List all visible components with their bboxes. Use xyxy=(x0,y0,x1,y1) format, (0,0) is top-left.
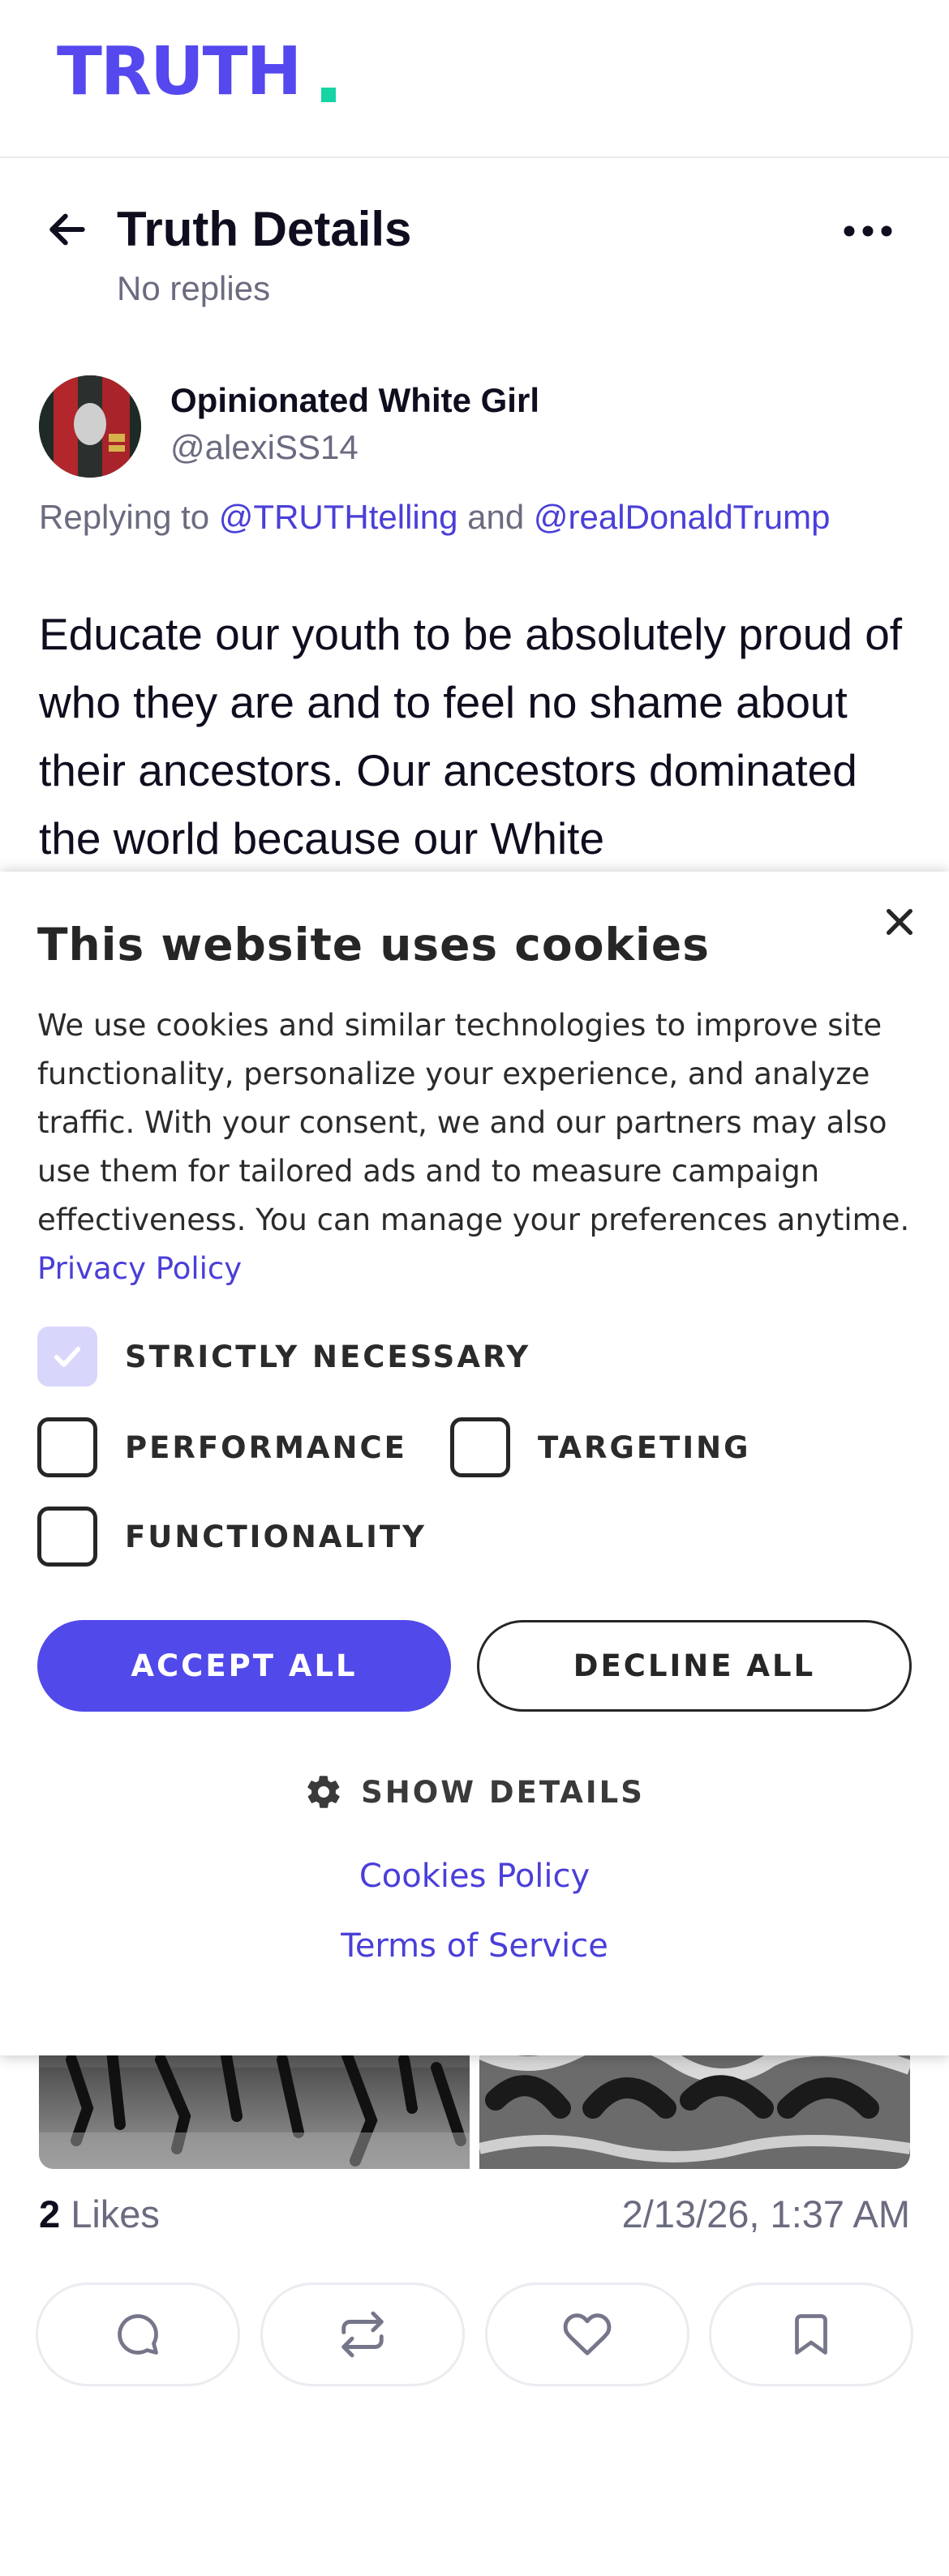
avatar[interactable] xyxy=(39,375,141,478)
cookie-consent-panel: This website uses cookies We use cookies… xyxy=(0,872,949,2055)
post-text: Educate our youth to be absolutely proud… xyxy=(39,609,903,864)
reply-button[interactable] xyxy=(36,2282,240,2386)
option-performance: PERFORMANCE xyxy=(37,1417,407,1477)
strictly-necessary-label: STRICTLY NECESSARY xyxy=(125,1339,531,1374)
check-icon xyxy=(54,1347,81,1367)
targeting-label[interactable]: TARGETING xyxy=(538,1430,750,1465)
show-details-button[interactable]: SHOW DETAILS xyxy=(0,1768,949,1816)
title-bar: Truth Details No replies xyxy=(0,195,949,316)
cookie-description-text: We use cookies and similar technologies … xyxy=(37,1008,910,1237)
repost-button[interactable] xyxy=(260,2282,465,2386)
functionality-checkbox[interactable] xyxy=(37,1507,97,1567)
reply-count: No replies xyxy=(117,269,271,307)
bookmark-button[interactable] xyxy=(709,2282,913,2386)
cookies-policy-link[interactable]: Cookies Policy xyxy=(0,1858,949,1895)
functionality-label[interactable]: FUNCTIONALITY xyxy=(125,1519,427,1554)
close-button[interactable] xyxy=(878,900,921,944)
author-handle[interactable]: @alexiSS14 xyxy=(170,428,359,467)
replying-prefix: Replying to xyxy=(39,498,210,536)
post-timestamp: 2/13/26, 1:37 AM xyxy=(621,2192,910,2235)
more-options-button[interactable] xyxy=(835,211,900,251)
mention-link[interactable]: @realDonaldTrump xyxy=(534,498,831,536)
post-stats: 2 Likes 2/13/26, 1:37 AM xyxy=(39,2192,910,2240)
back-button[interactable] xyxy=(41,203,94,256)
decline-all-button[interactable]: DECLINE ALL xyxy=(477,1620,912,1712)
option-strictly-necessary: STRICTLY NECESSARY xyxy=(37,1327,530,1387)
replying-joiner: and xyxy=(467,498,525,536)
cookie-title: This website uses cookies xyxy=(37,919,710,971)
site-header: TRUTH xyxy=(0,0,949,158)
accept-all-button[interactable]: ACCEPT ALL xyxy=(37,1620,451,1712)
heart-icon xyxy=(563,2313,612,2355)
arrow-left-icon xyxy=(49,213,85,246)
post-author: Opinionated White Girl @alexiSS14 xyxy=(39,373,915,478)
replying-to: Replying to @TRUTHtelling and @realDonal… xyxy=(39,498,830,537)
gear-icon xyxy=(307,1776,340,1808)
like-button[interactable] xyxy=(485,2282,689,2386)
targeting-checkbox[interactable] xyxy=(450,1417,510,1477)
close-icon xyxy=(887,909,912,935)
privacy-policy-link[interactable]: Privacy Policy xyxy=(37,1251,242,1286)
author-name[interactable]: Opinionated White Girl xyxy=(170,381,539,420)
post-actions xyxy=(36,2282,913,2388)
bookmark-icon xyxy=(795,2314,827,2355)
reply-bubble-icon xyxy=(118,2314,158,2355)
likes-count[interactable]: 2 xyxy=(39,2192,60,2235)
more-horizontal-icon xyxy=(844,225,892,237)
show-details-label[interactable]: SHOW DETAILS xyxy=(361,1775,645,1810)
performance-checkbox[interactable] xyxy=(37,1417,97,1477)
terms-of-service-link[interactable]: Terms of Service xyxy=(0,1927,949,1965)
mention-link[interactable]: @TRUTHtelling xyxy=(219,498,458,536)
strictly-necessary-checkbox xyxy=(37,1327,97,1387)
page-title: Truth Details xyxy=(117,202,412,256)
truth-logo[interactable]: TRUTH xyxy=(57,39,302,105)
repost-icon xyxy=(341,2311,384,2358)
performance-label[interactable]: PERFORMANCE xyxy=(125,1430,407,1465)
likes-label[interactable]: Likes xyxy=(71,2192,160,2235)
logo-dot xyxy=(321,88,336,102)
cookie-description: We use cookies and similar technologies … xyxy=(37,1001,921,1293)
option-functionality: FUNCTIONALITY xyxy=(37,1507,427,1567)
option-targeting: TARGETING xyxy=(450,1417,750,1477)
